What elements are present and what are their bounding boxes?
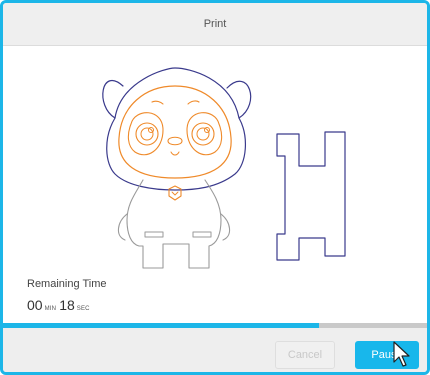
remaining-minutes: 00 [27, 297, 43, 313]
bear-model [102, 67, 252, 269]
seconds-unit: SEC [76, 306, 90, 312]
mouse-cursor-icon [393, 341, 410, 367]
cancel-button[interactable]: Cancel [275, 341, 335, 369]
bear-badge [168, 185, 182, 201]
dialog-title: Print [203, 18, 227, 30]
print-preview-area: Remaining Time 00 MIN 18 SEC [3, 46, 427, 323]
dialog-titlebar: Print [3, 3, 427, 46]
h-part-model [276, 131, 346, 261]
print-dialog: Print Remaining Time 00 MIN 18 SEC Cance… [0, 0, 430, 375]
bear-body [126, 179, 222, 269]
bear-nose [167, 136, 183, 146]
remaining-seconds: 18 [59, 297, 75, 313]
remaining-time-label: Remaining Time [27, 278, 107, 290]
minutes-unit: MIN [44, 306, 57, 312]
bear-left-ear [102, 79, 124, 119]
dialog-footer: Cancel Pause [3, 328, 427, 372]
remaining-time-value: 00 MIN 18 SEC [27, 297, 93, 313]
bear-right-ear [226, 80, 252, 119]
